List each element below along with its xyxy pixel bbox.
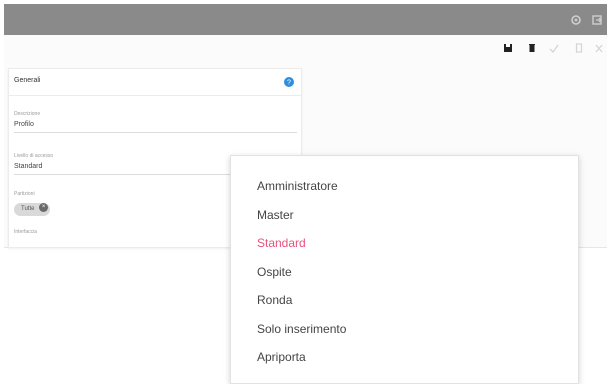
card-title: Generali [14, 77, 41, 84]
option-master[interactable]: Master [257, 208, 294, 222]
exit-icon[interactable] [591, 14, 603, 26]
settings-icon[interactable] [570, 14, 582, 26]
option-ospite[interactable]: Ospite [257, 265, 292, 279]
card-header: Generali ? [9, 69, 301, 96]
description-label: Descrizione [14, 111, 41, 117]
close-icon[interactable] [594, 41, 604, 55]
partition-chip[interactable]: Tutte × [14, 203, 51, 216]
option-solo-inserimento[interactable]: Solo inserimento [257, 322, 346, 336]
help-icon[interactable]: ? [284, 77, 294, 87]
option-standard[interactable]: Standard [257, 236, 306, 250]
app-top-bar [4, 4, 607, 35]
partition-chip-label: Tutte [21, 206, 35, 212]
description-value: Profilo [14, 121, 34, 128]
option-apriporta[interactable]: Apriporta [257, 350, 306, 364]
divider [14, 132, 297, 133]
delete-icon[interactable] [528, 41, 536, 55]
access-level-dropdown: Amministratore Master Standard Ospite Ro… [230, 155, 579, 384]
option-ronda[interactable]: Ronda [257, 293, 292, 307]
copy-icon[interactable] [575, 41, 583, 55]
option-amministratore[interactable]: Amministratore [257, 179, 338, 193]
save-icon[interactable] [503, 41, 513, 55]
chip-remove-icon[interactable]: × [39, 203, 49, 213]
check-icon[interactable] [549, 41, 559, 55]
svg-text:?: ? [287, 80, 291, 87]
description-field[interactable]: Descrizione Profilo [14, 111, 297, 133]
